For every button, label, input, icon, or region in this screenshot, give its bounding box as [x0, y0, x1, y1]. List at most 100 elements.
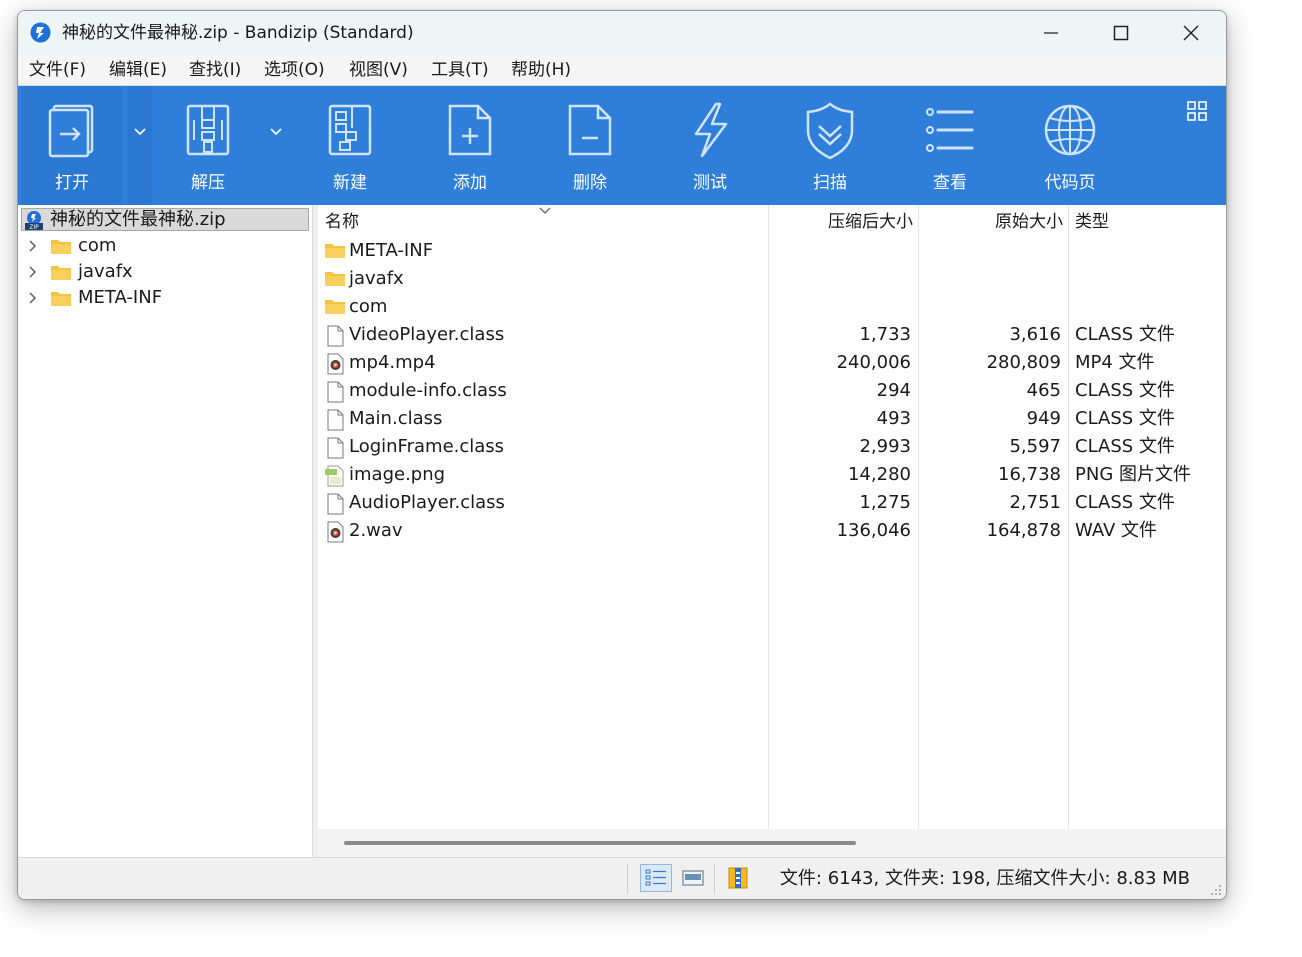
delete-label: 删除	[573, 173, 607, 193]
file-compressed-size: 1,275	[859, 492, 911, 513]
lightning-icon	[694, 102, 728, 158]
scrollbar-thumb[interactable]	[344, 841, 856, 845]
chevron-right-icon[interactable]	[28, 240, 38, 252]
extract-button[interactable]: 解压	[158, 86, 258, 205]
folder-icon	[51, 292, 71, 306]
column-header-original[interactable]: 原始大小	[995, 211, 1063, 233]
archive-book-icon	[728, 867, 748, 889]
codepage-button[interactable]: 代码页	[1020, 86, 1120, 205]
file-type: CLASS 文件	[1075, 380, 1175, 401]
file-row[interactable]: 2.wav 136,046 164,878 WAV 文件	[318, 517, 1226, 545]
file-icon	[327, 381, 344, 403]
file-original-size: 5,597	[1009, 436, 1061, 457]
column-header-name[interactable]: 名称	[325, 211, 359, 233]
minimize-icon	[1044, 32, 1058, 34]
file-row[interactable]: javafx	[318, 265, 1226, 293]
chevron-right-icon[interactable]	[28, 266, 38, 278]
view-label: 查看	[933, 173, 967, 193]
delete-button[interactable]: 删除	[540, 86, 640, 205]
file-compressed-size: 2,993	[859, 436, 911, 457]
menu-view[interactable]: 视图(V)	[349, 59, 408, 81]
tree-root-item[interactable]: ZIP 神秘的文件最神秘.zip	[21, 208, 309, 231]
open-label: 打开	[55, 173, 89, 193]
chevron-down-icon	[270, 128, 282, 136]
tree-item-com[interactable]: com	[18, 233, 308, 259]
open-dropdown[interactable]	[128, 86, 152, 205]
menu-options[interactable]: 选项(O)	[264, 59, 325, 81]
new-button[interactable]: 新建	[300, 86, 400, 205]
details-view-icon	[645, 869, 666, 886]
column-header-compressed[interactable]: 压缩后大小	[828, 211, 913, 233]
file-list: 名称 压缩后大小 原始大小 类型 META-INF javafx com VideoP…	[318, 205, 1226, 857]
preview-view-button[interactable]	[678, 864, 708, 892]
layout-toggle-button[interactable]	[1186, 100, 1210, 124]
status-divider	[714, 864, 715, 894]
file-name: javafx	[349, 268, 404, 289]
column-header-type[interactable]: 类型	[1075, 211, 1109, 233]
resize-grip-icon[interactable]	[1210, 884, 1222, 896]
file-compressed-size: 136,046	[836, 520, 911, 541]
test-label: 测试	[693, 173, 727, 193]
file-name: com	[349, 296, 388, 317]
close-button[interactable]	[1156, 11, 1226, 55]
file-type: CLASS 文件	[1075, 324, 1175, 345]
file-row[interactable]: image.png 14,280 16,738 PNG 图片文件	[318, 461, 1226, 489]
sort-descending-icon	[539, 207, 551, 214]
file-original-size: 2,751	[1009, 492, 1061, 513]
menu-tools[interactable]: 工具(T)	[431, 59, 489, 81]
add-button[interactable]: 添加	[420, 86, 520, 205]
extract-label: 解压	[191, 173, 225, 193]
test-button[interactable]: 测试	[660, 86, 760, 205]
file-name: 2.wav	[349, 520, 403, 541]
new-archive-icon	[328, 104, 372, 156]
file-original-size: 16,738	[998, 464, 1061, 485]
file-original-size: 164,878	[986, 520, 1061, 541]
archive-info-button[interactable]	[722, 864, 752, 892]
zip-archive-icon: ZIP	[25, 211, 43, 230]
file-name: image.png	[349, 464, 446, 485]
menu-find[interactable]: 查找(I)	[189, 59, 241, 81]
file-icon	[327, 437, 344, 459]
svg-text:ZIP: ZIP	[29, 224, 39, 230]
window-title: 神秘的文件最神秘.zip - Bandizip (Standard)	[62, 23, 414, 43]
file-row[interactable]: LoginFrame.class 2,993 5,597 CLASS 文件	[318, 433, 1226, 461]
chevron-right-icon[interactable]	[28, 292, 38, 304]
details-view-button[interactable]	[640, 864, 672, 892]
scan-button[interactable]: 扫描	[780, 86, 880, 205]
extract-dropdown[interactable]	[264, 86, 288, 205]
file-row[interactable]: AudioPlayer.class 1,275 2,751 CLASS 文件	[318, 489, 1226, 517]
tree-item-meta-inf[interactable]: META-INF	[18, 285, 308, 311]
file-original-size: 280,809	[986, 352, 1061, 373]
maximize-button[interactable]	[1086, 11, 1156, 55]
file-row[interactable]: com	[318, 293, 1226, 321]
file-row[interactable]: mp4.mp4 240,006 280,809 MP4 文件	[318, 349, 1226, 377]
add-file-icon	[448, 104, 492, 156]
file-row[interactable]: Main.class 493 949 CLASS 文件	[318, 405, 1226, 433]
close-icon	[1183, 25, 1199, 41]
minimize-button[interactable]	[1016, 11, 1086, 55]
title-bar[interactable]: 神秘的文件最神秘.zip - Bandizip (Standard)	[18, 11, 1226, 55]
grid-layout-icon	[1187, 101, 1207, 121]
open-button[interactable]: 打开	[22, 86, 122, 205]
file-name: Main.class	[349, 408, 443, 429]
menu-help[interactable]: 帮助(H)	[511, 59, 571, 81]
file-row[interactable]: VideoPlayer.class 1,733 3,616 CLASS 文件	[318, 321, 1226, 349]
horizontal-scrollbar[interactable]	[318, 829, 1226, 857]
file-name: AudioPlayer.class	[349, 492, 505, 513]
image-file-icon	[325, 465, 344, 487]
file-row[interactable]: module-info.class 294 465 CLASS 文件	[318, 377, 1226, 405]
preview-pane-icon	[682, 870, 704, 886]
file-compressed-size: 294	[876, 380, 911, 401]
file-compressed-size: 1,733	[859, 324, 911, 345]
tree-item-javafx[interactable]: javafx	[18, 259, 308, 285]
status-summary: 文件: 6143, 文件夹: 198, 压缩文件大小: 8.83 MB	[779, 868, 1190, 889]
menu-edit[interactable]: 编辑(E)	[109, 59, 167, 81]
menu-file[interactable]: 文件(F)	[29, 59, 86, 81]
view-button[interactable]: 查看	[900, 86, 1000, 205]
status-bar: 文件: 6143, 文件夹: 198, 压缩文件大小: 8.83 MB	[18, 857, 1226, 899]
file-compressed-size: 493	[876, 408, 911, 429]
file-row[interactable]: META-INF	[318, 237, 1226, 265]
folder-icon	[325, 300, 345, 314]
bandizip-logo-icon	[30, 22, 51, 43]
delete-file-icon	[568, 104, 612, 156]
